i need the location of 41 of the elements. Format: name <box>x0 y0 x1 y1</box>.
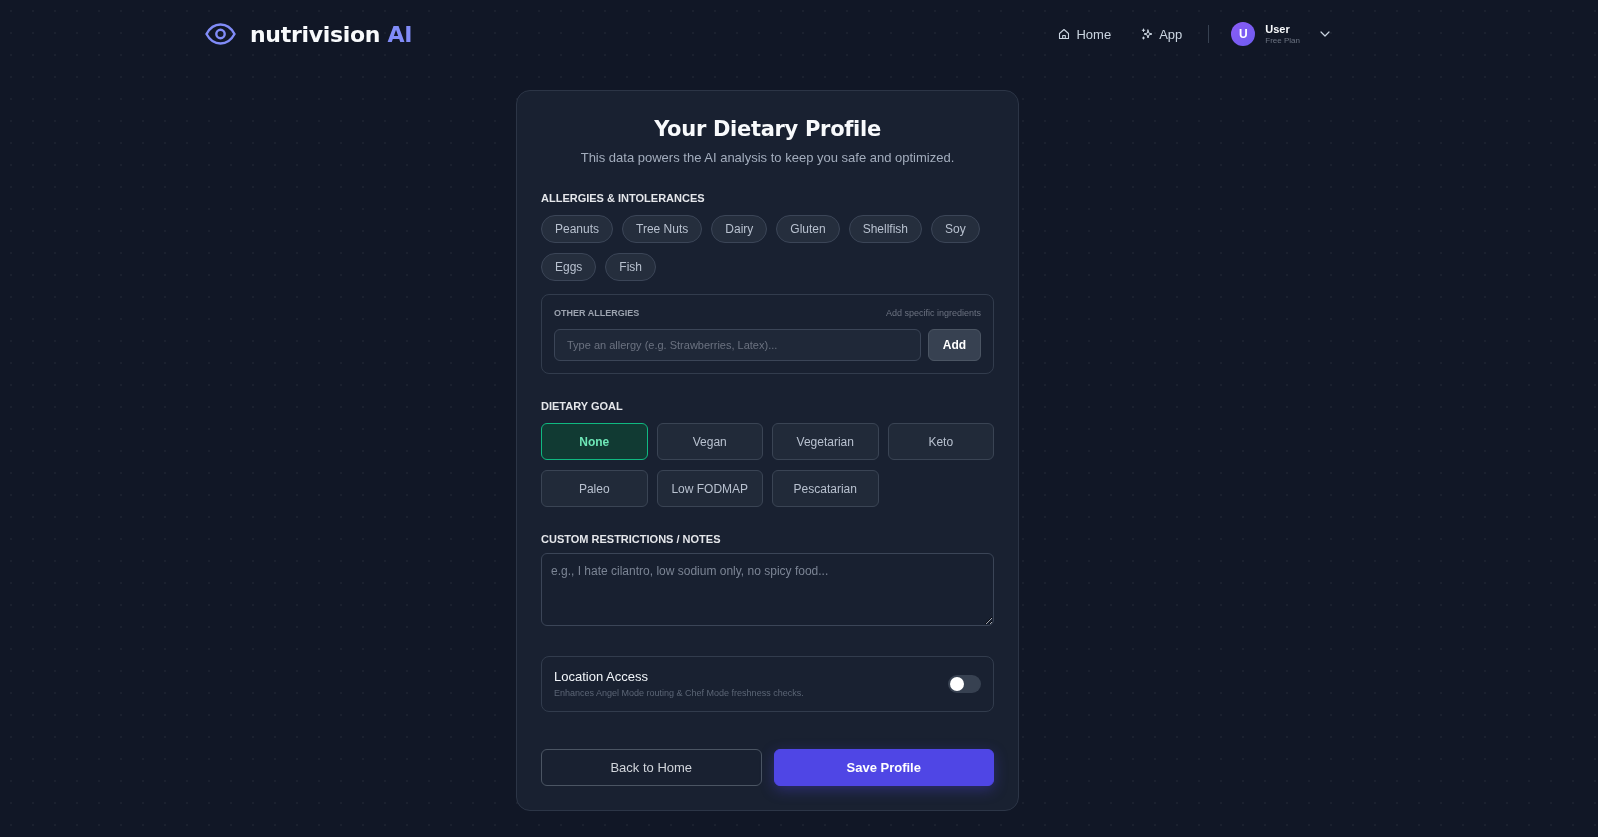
goal-option[interactable]: Keto <box>887 423 994 460</box>
home-icon <box>1058 28 1071 40</box>
goal-option[interactable]: None <box>541 423 648 460</box>
goal-option[interactable]: Pescatarian <box>772 470 879 507</box>
allergy-chip[interactable]: Shellfish <box>848 215 923 243</box>
allergy-chip[interactable]: Soy <box>931 215 980 243</box>
location-description: Enhances Angel Mode routing & Chef Mode freshness checks. <box>554 687 804 699</box>
eye-icon <box>205 23 236 45</box>
nav-link[interactable]: App <box>1141 26 1183 42</box>
section-heading: DIETARY GOAL <box>541 399 623 413</box>
panel-heading: OTHER ALLERGIES <box>554 307 640 319</box>
panel-hint: Add specific ingredients <box>885 307 981 319</box>
goal-option[interactable]: Vegan <box>656 423 763 460</box>
user-plan: Free Plan <box>1265 35 1300 46</box>
allergy-chip[interactable]: Peanuts <box>541 215 614 243</box>
goal-option[interactable]: Paleo <box>541 470 648 507</box>
allergy-chip[interactable]: Eggs <box>541 253 597 281</box>
allergy-chip[interactable]: Fish <box>605 253 657 281</box>
card-subtitle: This data powers the AI analysis to keep you safe and optimized. <box>580 149 955 167</box>
save-button[interactable]: Save Profile <box>773 749 994 786</box>
allergy-chip[interactable]: Tree Nuts <box>622 215 703 243</box>
user-menu[interactable]: U User Free Plan <box>1231 22 1330 46</box>
allergy-chip[interactable]: Gluten <box>776 215 840 243</box>
location-toggle[interactable] <box>948 675 981 693</box>
avatar: U <box>1231 22 1256 46</box>
allergy-input[interactable]: Type an allergy (e.g. Strawberries, Latex)... <box>554 329 921 361</box>
logo-text: nutrivision AI <box>250 21 413 47</box>
card-title: Your Dietary Profile <box>654 116 881 143</box>
chevron-down-icon <box>1320 31 1330 37</box>
add-button[interactable]: Add <box>928 329 981 361</box>
section-heading: CUSTOM RESTRICTIONS / NOTES <box>541 532 721 546</box>
user-name: User <box>1265 22 1290 36</box>
location-title: Location Access <box>554 669 648 685</box>
allergy-chip[interactable]: Dairy <box>711 215 768 243</box>
nav-link[interactable]: Home <box>1058 26 1112 42</box>
sparkle-icon <box>1141 28 1154 40</box>
goal-option[interactable]: Vegetarian <box>772 423 879 460</box>
notes-textarea[interactable]: e.g., I hate cilantro, low sodium only, no spicy food... <box>541 553 994 626</box>
section-heading: ALLERGIES & INTOLERANCES <box>541 191 705 205</box>
goal-option[interactable]: Low FODMAP <box>656 470 763 507</box>
back-button[interactable]: Back to Home <box>541 749 762 786</box>
